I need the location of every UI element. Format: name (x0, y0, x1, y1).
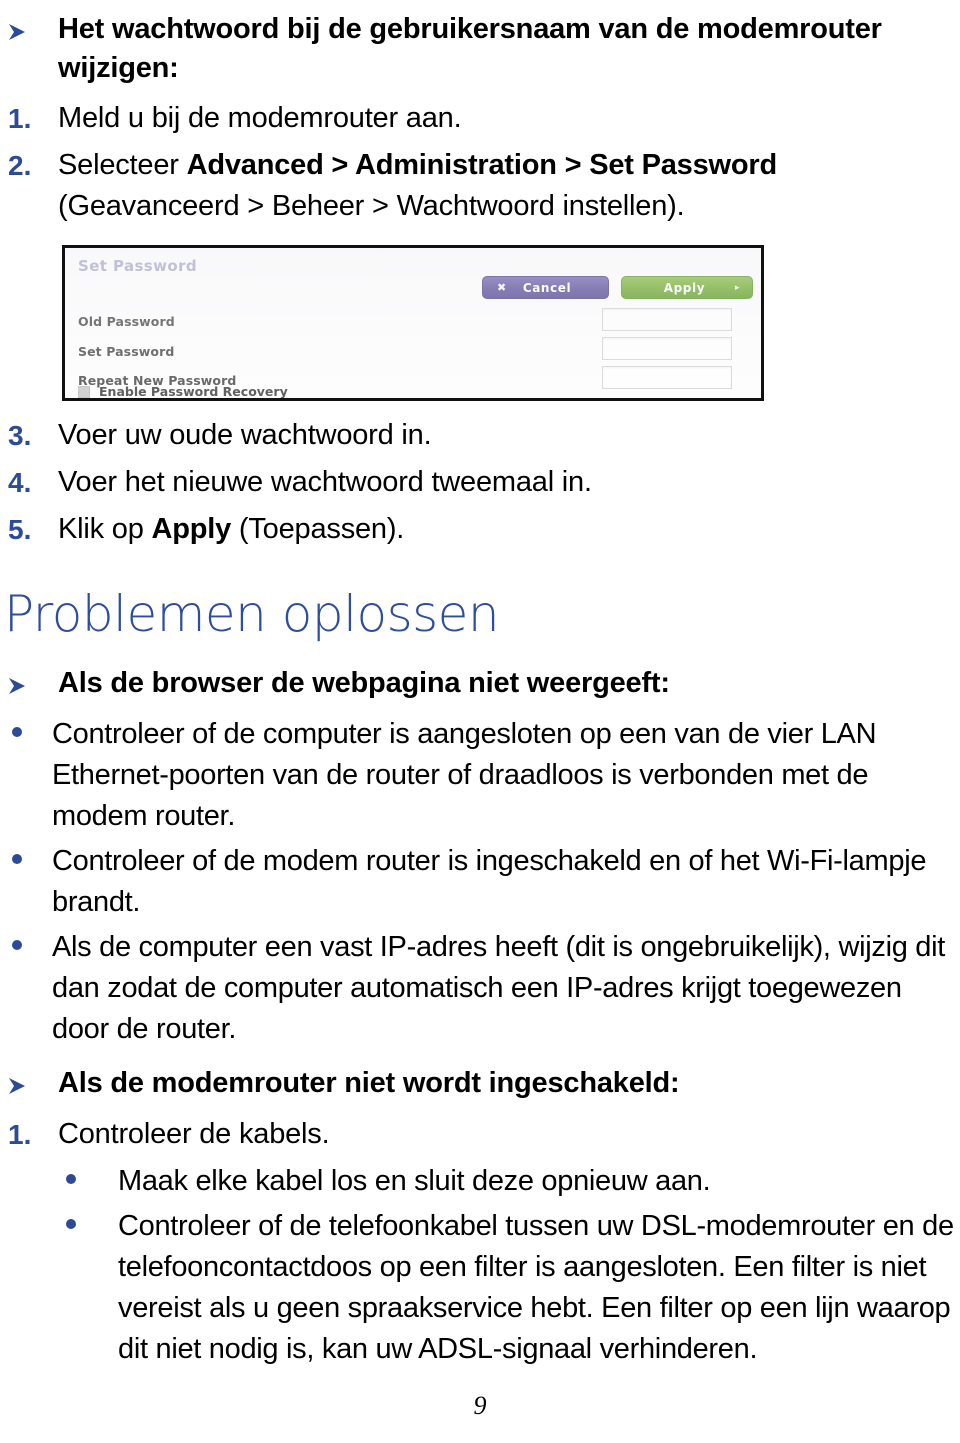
enable-password-recovery-label: Enable Password Recovery (99, 384, 288, 399)
step-text-4: Voer het nieuwe wachtwoord tweemaal in. (58, 466, 592, 498)
bullet-icon (0, 714, 52, 755)
set-password-input[interactable] (602, 337, 732, 360)
step-row-5: 5. Klik op Apply (Toepassen). (0, 509, 960, 550)
step-text-1: Meld u bij de modemrouter aan. (58, 102, 462, 134)
step-5-suffix: (Toepassen). (231, 513, 405, 545)
bullet-icon (0, 1161, 118, 1202)
bullet-icon (0, 927, 52, 968)
old-password-label: Old Password (78, 314, 175, 329)
troubleshooting-sub-bullet-2: Controleer of de telefoonkabel tussen uw… (0, 1206, 960, 1370)
step-2-menu-path: Advanced > Administration > Set Password (186, 149, 778, 181)
enable-password-recovery-checkbox[interactable] (78, 385, 90, 398)
step-text-5: Klik op Apply (Toepassen). (58, 509, 960, 550)
password-section-heading: Het wachtwoord bij de gebruikersnaam van… (58, 13, 882, 84)
page-number: 9 (473, 1391, 487, 1420)
bullet-icon (0, 1206, 118, 1247)
document-page: Het wachtwoord bij de gebruikersnaam van… (0, 0, 960, 1443)
step-number-2: 2. (8, 150, 32, 181)
step-number-5: 5. (8, 514, 32, 545)
step-number-4: 4. (8, 467, 32, 498)
troubleshooting-sub-bullet-1-text: Maak elke kabel los en sluit deze opnieu… (118, 1165, 711, 1197)
step-2-prefix: Selecteer (58, 149, 187, 181)
troubleshooting-step-text-1: Controleer de kabels. (58, 1118, 330, 1150)
step-row-4: 4. Voer het nieuwe wachtwoord tweemaal i… (0, 462, 960, 503)
enable-password-recovery-row[interactable]: Enable Password Recovery (78, 384, 288, 399)
close-icon: ✖ (497, 281, 507, 294)
step-5-button-name: Apply (151, 513, 232, 545)
bullet-icon (0, 841, 52, 882)
troubleshooting-bullet-3-text: Als de computer een vast IP-adres heeft … (52, 931, 946, 1045)
chevron-right-icon: ▸ (734, 282, 740, 293)
troubleshooting-step-row-1: 1. Controleer de kabels. (0, 1114, 960, 1155)
troubleshooting-group-1-heading: Als de browser de webpagina niet weergee… (58, 667, 670, 699)
set-password-panel: Set Password ✖ Cancel Apply ▸ Old Passwo… (62, 245, 764, 401)
troubleshooting-step-number-1: 1. (8, 1119, 32, 1150)
cancel-button[interactable]: ✖ Cancel (482, 276, 609, 299)
apply-button-label: Apply (663, 280, 706, 295)
arrow-right-icon (0, 10, 58, 50)
troubleshooting-bullet-3: Als de computer een vast IP-adres heeft … (0, 927, 960, 1050)
troubleshooting-bullet-2: Controleer of de modem router is ingesch… (0, 841, 960, 923)
troubleshooting-sub-bullet-2-text: Controleer of de telefoonkabel tussen uw… (118, 1210, 954, 1365)
page-content: Het wachtwoord bij de gebruikersnaam van… (0, 0, 960, 1370)
troubleshooting-title: Problemen oplossen (4, 585, 500, 643)
step-text-2: Selecteer Advanced > Administration > Se… (58, 145, 960, 227)
troubleshooting-sub-bullet-1: Maak elke kabel los en sluit deze opnieu… (0, 1161, 960, 1202)
router-screenshot-figure: Set Password ✖ Cancel Apply ▸ Old Passwo… (62, 245, 960, 401)
troubleshooting-bullet-1-text: Controleer of de computer is aangesloten… (52, 718, 877, 832)
troubleshooting-group-2-heading: Als de modemrouter niet wordt ingeschake… (58, 1067, 680, 1099)
old-password-input[interactable] (602, 308, 732, 331)
troubleshooting-group-2-heading-row: Als de modemrouter niet wordt ingeschake… (0, 1064, 960, 1104)
step-number-1: 1. (8, 103, 32, 134)
step-row-3: 3. Voer uw oude wachtwoord in. (0, 415, 960, 456)
step-row-2: 2. Selecteer Advanced > Administration >… (0, 145, 960, 227)
password-section-heading-row: Het wachtwoord bij de gebruikersnaam van… (0, 10, 960, 88)
repeat-new-password-input[interactable] (602, 366, 732, 389)
arrow-right-icon (0, 1064, 58, 1104)
step-row-1: 1. Meld u bij de modemrouter aan. (0, 98, 960, 139)
arrow-right-icon (0, 664, 58, 704)
step-5-prefix: Klik op (58, 513, 152, 545)
troubleshooting-bullet-1: Controleer of de computer is aangesloten… (0, 714, 960, 837)
step-number-3: 3. (8, 420, 32, 451)
troubleshooting-group-1-heading-row: Als de browser de webpagina niet weergee… (0, 664, 960, 704)
set-password-label: Set Password (78, 344, 175, 359)
troubleshooting-bullet-2-text: Controleer of de modem router is ingesch… (52, 845, 927, 918)
step-text-3: Voer uw oude wachtwoord in. (58, 419, 432, 451)
apply-button[interactable]: Apply ▸ (621, 276, 753, 299)
panel-title: Set Password (78, 257, 198, 275)
step-2-suffix: (Geavanceerd > Beheer > Wachtwoord inste… (58, 190, 685, 222)
cancel-button-label: Cancel (522, 280, 572, 295)
